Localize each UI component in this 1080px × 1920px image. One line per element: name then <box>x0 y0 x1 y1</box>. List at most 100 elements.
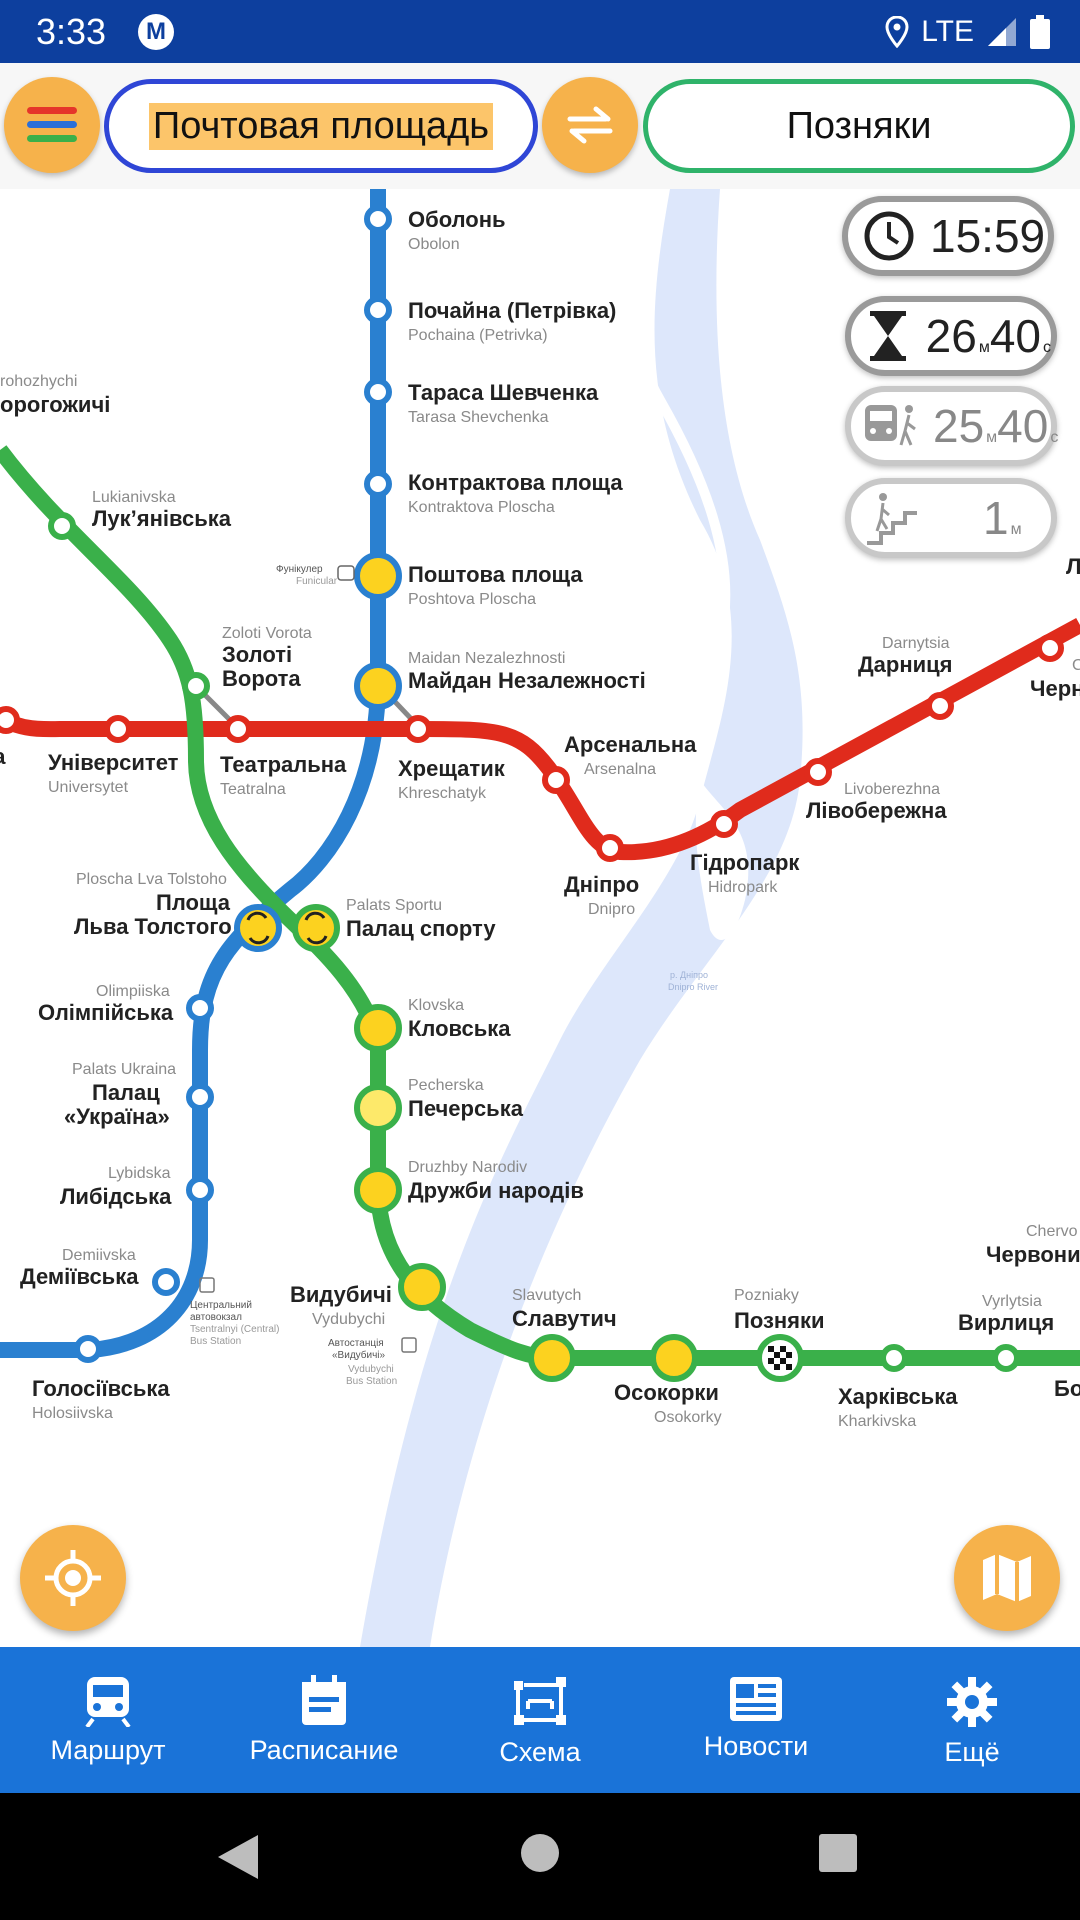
funicular-icon <box>337 565 355 581</box>
label-pozniaky-en: Pozniaky <box>734 1287 799 1304</box>
label-palats-sportu-en: Palats Sportu <box>346 897 442 914</box>
bus-vydubychi-icon <box>401 1337 417 1353</box>
label-lukianivska: Лук’янівська <box>92 506 232 531</box>
label-khreschatyk: Хрещатик <box>398 756 506 781</box>
ride-sec: 40 <box>997 400 1049 452</box>
nav-more-label: Ещё <box>944 1737 1000 1767</box>
label-pochaina: Почайна (Петрівка) <box>408 298 616 323</box>
station-lukianivska <box>48 512 76 540</box>
label-dorohozhychi-en: rohozhychi <box>0 373 77 390</box>
total-time-pill: 26 м40 с <box>845 296 1057 376</box>
label-darnytsia: Дарниця <box>858 652 953 677</box>
stairs-walk-icon <box>865 491 919 545</box>
map-icon <box>983 1554 1031 1602</box>
station-slavutych <box>528 1334 576 1382</box>
system-nav-bar <box>0 1793 1080 1920</box>
station-zoloti <box>182 672 210 700</box>
station-universytet <box>104 715 132 743</box>
label-hidropark-en: Hidropark <box>708 879 778 896</box>
label-tolstoho-2: Льва Толстого <box>74 914 232 939</box>
total-sec: 40 <box>989 310 1041 362</box>
label-zoloti-1: Золоті <box>222 642 292 667</box>
label-pecherska-en: Pecherska <box>408 1077 484 1094</box>
status-bar: 3:33 M LTE <box>0 0 1080 63</box>
station-osokorky <box>650 1334 698 1382</box>
station-holosiivska <box>74 1335 102 1363</box>
my-location-button[interactable] <box>20 1525 126 1631</box>
label-funicular-en: Funicular <box>296 576 338 587</box>
route-bar: Почтовая площадь Позняки <box>0 63 1080 189</box>
label-dorohozhychi: орогожичі <box>0 392 110 417</box>
station-hidropark <box>710 810 738 838</box>
label-livoberezhna-en: Livoberezhna <box>844 781 940 798</box>
label-tolstoho-1: Площа <box>156 890 231 915</box>
label-lukianivska-en: Lukianivska <box>92 489 176 506</box>
label-tarasa-en: Tarasa Shevchenka <box>408 409 549 426</box>
label-olimpiiska-en: Olimpiiska <box>96 983 170 1000</box>
to-station-field[interactable]: Позняки <box>643 79 1075 173</box>
label-teatralna-en: Teatralna <box>220 781 286 798</box>
label-druzhby: Дружби народів <box>408 1178 584 1203</box>
label-vydubychi: Видубичі <box>290 1282 392 1307</box>
train-icon <box>85 1677 131 1727</box>
nav-schedule[interactable]: Расписание <box>216 1647 432 1793</box>
label-poshtova-en: Poshtova Ploscha <box>408 591 536 608</box>
metro-logo-icon: M <box>138 14 174 50</box>
home-icon[interactable] <box>520 1833 560 1873</box>
label-arsenalna-en: Arsenalna <box>584 761 656 778</box>
scheme-icon <box>514 1677 566 1725</box>
label-lybidska: Либідська <box>60 1184 172 1209</box>
metro-map[interactable]: .ua{font-family:"Liberation Sans","DejaV… <box>0 189 1080 1647</box>
station-pecherska <box>354 1084 402 1132</box>
label-bus-vydubychi-1: Автостанція <box>328 1338 384 1349</box>
walk-min-unit: м <box>1010 521 1022 538</box>
label-funicular: Фунікулер <box>276 564 323 575</box>
label-slavutych: Славутич <box>512 1306 617 1331</box>
station-tarasa <box>364 378 392 406</box>
label-universytet-en: Universytet <box>48 779 129 796</box>
nav-scheme-label: Схема <box>499 1737 581 1767</box>
station-red-left <box>0 706 20 734</box>
menu-button[interactable] <box>4 77 100 173</box>
label-maidan-en: Maidan Nezalezhnosti <box>408 650 565 667</box>
from-station-field[interactable]: Почтовая площадь <box>104 79 538 173</box>
label-dnipro: Дніпро <box>564 872 639 897</box>
label-pecherska: Печерська <box>408 1096 524 1121</box>
train-walk-icon <box>865 399 919 453</box>
label-holosiivska: Голосіївська <box>32 1376 170 1401</box>
crosshair-icon <box>45 1550 101 1606</box>
recents-icon[interactable] <box>818 1833 858 1873</box>
arrival-time-pill: 15:59 <box>842 196 1054 276</box>
label-tarasa: Тараса Шевченка <box>408 380 599 405</box>
label-vyrlytsia-en: Vyrlytsia <box>982 1293 1042 1310</box>
clock-icon <box>862 209 916 263</box>
label-teatralna: Театральна <box>220 752 347 777</box>
label-vydubychi-en: Vydubychi <box>312 1311 385 1328</box>
walk-min: 1 <box>983 492 1009 544</box>
map-view-button[interactable] <box>954 1525 1060 1631</box>
label-holosiivska-en: Holosiivska <box>32 1405 113 1422</box>
news-icon <box>730 1677 782 1721</box>
gear-icon <box>947 1677 997 1727</box>
station-khreschatyk <box>404 715 432 743</box>
swap-button[interactable] <box>542 77 638 173</box>
nav-scheme[interactable]: Схема <box>432 1647 648 1793</box>
label-palats-ukraina-1: Палац <box>92 1080 160 1105</box>
bottom-nav: Маршрут Расписание Схема Новости Ещё <box>0 1647 1080 1793</box>
back-icon[interactable] <box>216 1833 260 1881</box>
label-olimpiiska: Олімпійська <box>38 1000 174 1025</box>
nav-more[interactable]: Ещё <box>864 1647 1080 1793</box>
label-poshtova: Поштова площа <box>408 562 583 587</box>
label-livoberezhna: Лівобережна <box>806 798 947 823</box>
label-klovska: Кловська <box>408 1016 511 1041</box>
label-kharkivska: Харківська <box>838 1384 958 1409</box>
nav-news[interactable]: Новости <box>648 1647 864 1793</box>
label-bus-vydubychi-en2: Bus Station <box>346 1376 397 1387</box>
label-universytet: Університет <box>48 750 179 775</box>
station-olimpiiska <box>186 994 214 1022</box>
label-khreschatyk-en: Khreschatyk <box>398 785 487 802</box>
to-station-text: Позняки <box>786 104 932 147</box>
station-lybidska <box>186 1176 214 1204</box>
nav-route[interactable]: Маршрут <box>0 1647 216 1793</box>
label-osokorky: Осокорки <box>614 1380 719 1405</box>
